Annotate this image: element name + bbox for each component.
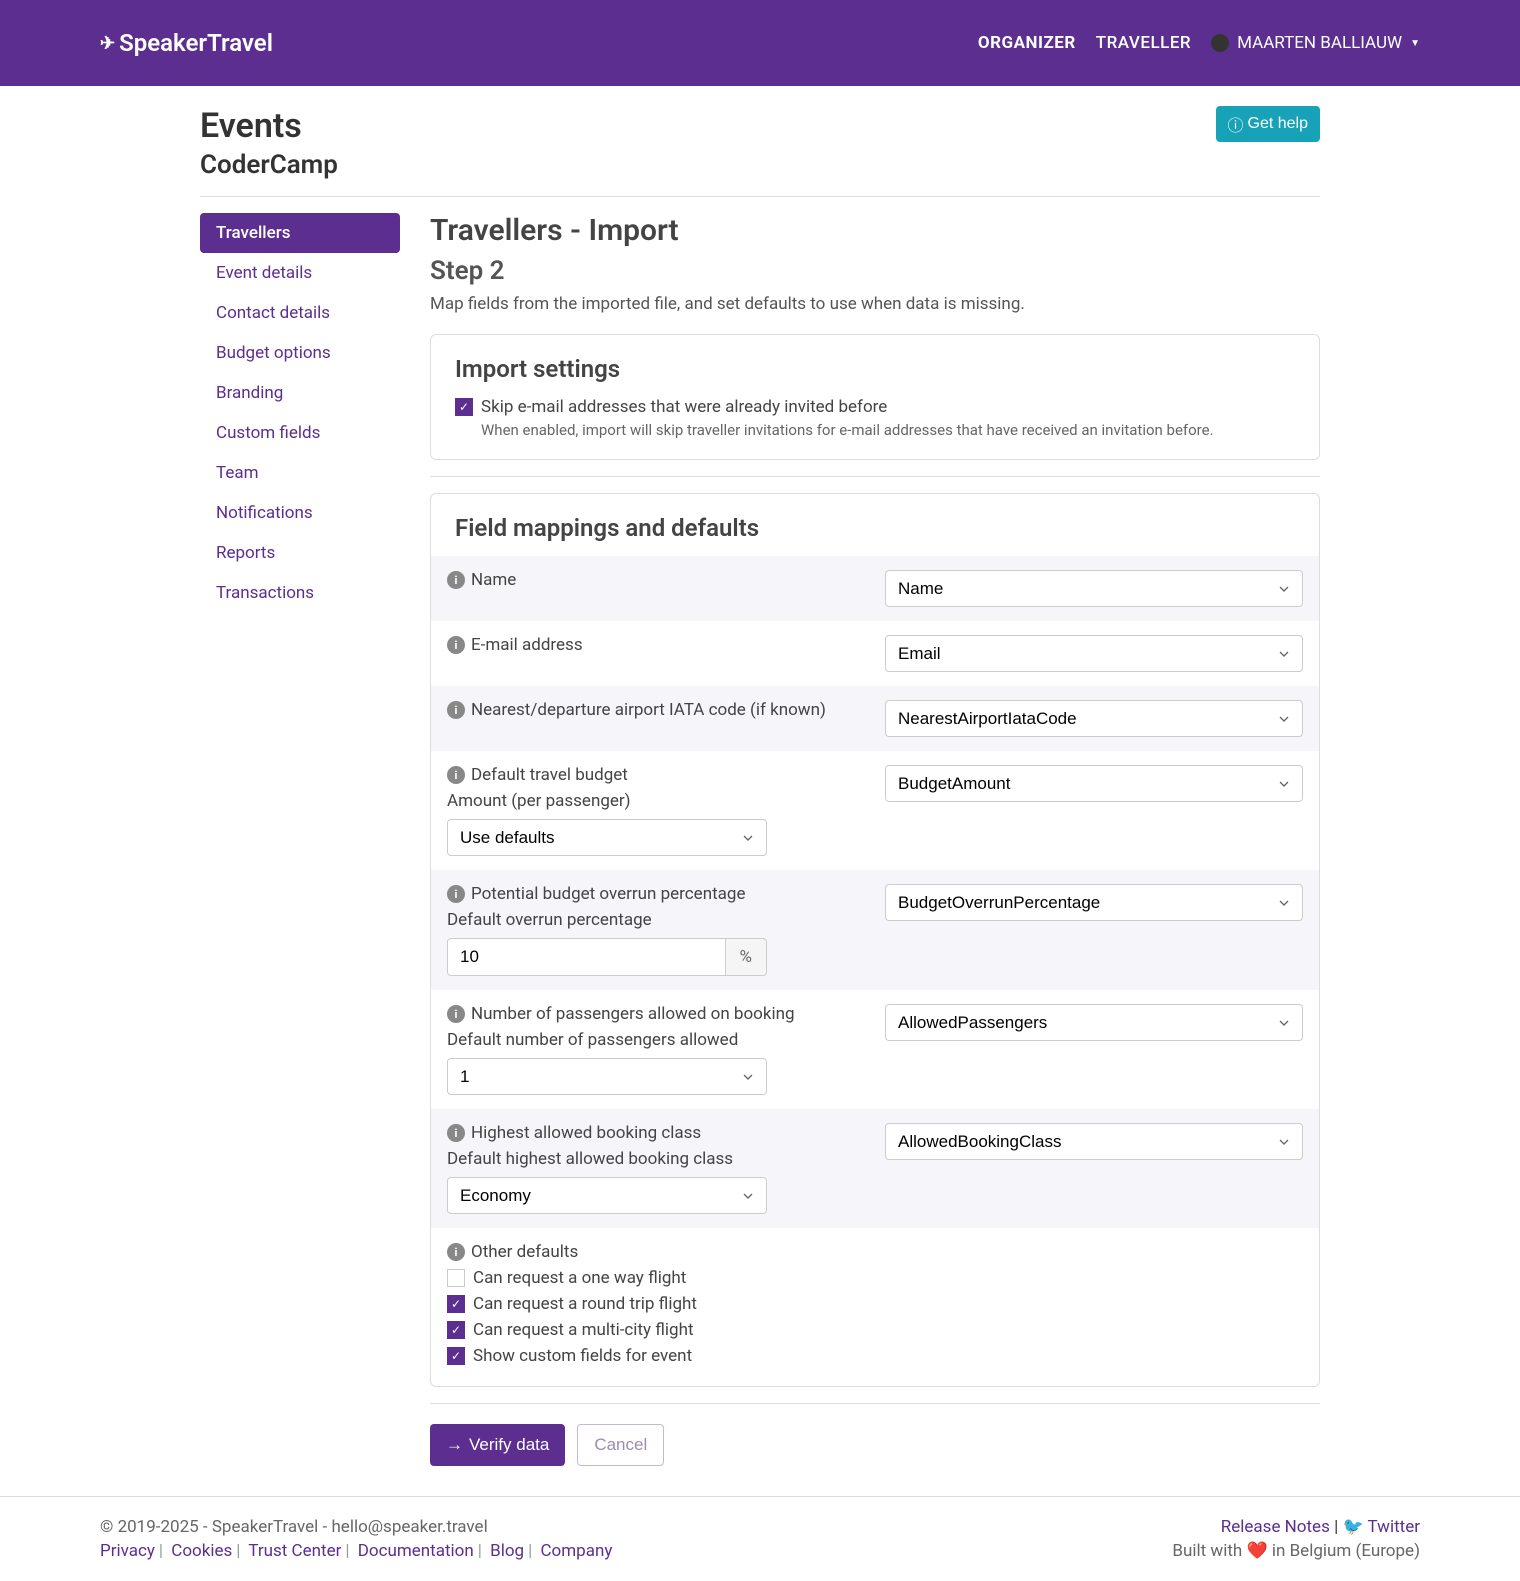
content-title: Travellers - Import (430, 213, 1320, 248)
arrow-right-icon: → (446, 1435, 463, 1455)
sidebar-item-branding[interactable]: Branding (200, 373, 400, 413)
divider (430, 1403, 1320, 1404)
sidebar-item-custom-fields[interactable]: Custom fields (200, 413, 400, 453)
content-step: Step 2 (430, 256, 1320, 286)
import-settings-card: Import settings ✓ Skip e-mail addresses … (430, 334, 1320, 460)
nav-traveller[interactable]: TRAVELLER (1096, 33, 1191, 53)
class-default-select[interactable]: Economy (447, 1177, 767, 1214)
footer: © 2019-2025 - SpeakerTravel - hello@spea… (0, 1496, 1520, 1581)
field-row-airport: iNearest/departure airport IATA code (if… (431, 686, 1319, 751)
info-icon: i (447, 571, 465, 589)
percent-addon: % (726, 938, 767, 976)
field-row-passengers: iNumber of passengers allowed on booking… (431, 990, 1319, 1109)
field-row-name: iName Name (431, 556, 1319, 621)
footer-trust[interactable]: Trust Center (248, 1541, 341, 1561)
brand-name: SpeakerTravel (119, 29, 273, 57)
info-icon: i (447, 766, 465, 784)
sidebar-item-contact-details[interactable]: Contact details (200, 293, 400, 333)
custom-checkbox[interactable]: ✓ (447, 1347, 465, 1365)
get-help-button[interactable]: ⓘ Get help (1216, 106, 1321, 142)
page-subtitle: CoderCamp (200, 150, 338, 180)
sidebar-item-team[interactable]: Team (200, 453, 400, 493)
footer-cookies[interactable]: Cookies (171, 1541, 232, 1561)
twitter-icon: 🐦 (1342, 1517, 1363, 1537)
passengers-mapping-select[interactable]: AllowedPassengers (885, 1004, 1303, 1041)
sidebar-item-event-details[interactable]: Event details (200, 253, 400, 293)
info-icon: i (447, 885, 465, 903)
field-row-class: iHighest allowed booking class Default h… (431, 1109, 1319, 1228)
footer-built-with: Built with ❤️ in Belgium (Europe) (1172, 1541, 1420, 1561)
field-row-overrun: iPotential budget overrun percentage Def… (431, 870, 1319, 990)
field-row-email: iE-mail address Email (431, 621, 1319, 686)
footer-docs[interactable]: Documentation (358, 1541, 474, 1561)
multi-checkbox[interactable]: ✓ (447, 1321, 465, 1339)
top-header: ✈ SpeakerTravel ORGANIZER TRAVELLER MAAR… (0, 0, 1520, 86)
plane-icon: ✈ (100, 33, 115, 54)
user-name: MAARTEN BALLIAUW (1237, 33, 1402, 53)
brand-logo[interactable]: ✈ SpeakerTravel (100, 29, 273, 57)
round-checkbox[interactable]: ✓ (447, 1295, 465, 1313)
budget-default-select[interactable]: Use defaults (447, 819, 767, 856)
sidebar-item-travellers[interactable]: Travellers (200, 213, 400, 253)
budget-mapping-select[interactable]: BudgetAmount (885, 765, 1303, 802)
content-desc: Map fields from the imported file, and s… (430, 294, 1320, 314)
skip-emails-label: Skip e-mail addresses that were already … (481, 397, 887, 417)
sidebar-item-budget-options[interactable]: Budget options (200, 333, 400, 373)
page-title: Events (200, 106, 338, 146)
divider (430, 476, 1320, 477)
verify-data-button[interactable]: → Verify data (430, 1424, 565, 1466)
copyright: © 2019-2025 - SpeakerTravel - hello@spea… (100, 1517, 612, 1537)
user-menu[interactable]: MAARTEN BALLIAUW ▼ (1211, 33, 1420, 53)
passengers-default-select[interactable]: 1 (447, 1058, 767, 1095)
nav-organizer[interactable]: ORGANIZER (978, 33, 1076, 53)
class-mapping-select[interactable]: AllowedBookingClass (885, 1123, 1303, 1160)
field-row-other: iOther defaults Can request a one way fl… (431, 1228, 1319, 1386)
sidebar: Travellers Event details Contact details… (200, 213, 400, 1496)
info-icon: i (447, 1243, 465, 1261)
overrun-default-input[interactable] (447, 938, 726, 976)
divider (200, 196, 1320, 197)
info-icon: i (447, 701, 465, 719)
footer-twitter[interactable]: Twitter (1368, 1517, 1420, 1537)
info-icon: i (447, 636, 465, 654)
footer-company[interactable]: Company (540, 1541, 612, 1561)
overrun-mapping-select[interactable]: BudgetOverrunPercentage (885, 884, 1303, 921)
cancel-button[interactable]: Cancel (577, 1424, 664, 1466)
avatar (1211, 34, 1229, 52)
name-mapping-select[interactable]: Name (885, 570, 1303, 607)
skip-emails-help: When enabled, import will skip traveller… (481, 421, 1295, 439)
skip-emails-checkbox[interactable]: ✓ (455, 398, 473, 416)
import-settings-title: Import settings (455, 355, 1295, 383)
field-mappings-title: Field mappings and defaults (431, 514, 1319, 542)
footer-privacy[interactable]: Privacy (100, 1541, 155, 1561)
chevron-down-icon: ▼ (1410, 38, 1420, 49)
sidebar-item-transactions[interactable]: Transactions (200, 573, 400, 613)
sidebar-item-notifications[interactable]: Notifications (200, 493, 400, 533)
airport-mapping-select[interactable]: NearestAirportIataCode (885, 700, 1303, 737)
info-icon: i (447, 1005, 465, 1023)
oneway-checkbox[interactable] (447, 1269, 465, 1287)
footer-release-notes[interactable]: Release Notes (1221, 1517, 1330, 1537)
email-mapping-select[interactable]: Email (885, 635, 1303, 672)
field-row-budget: iDefault travel budget Amount (per passe… (431, 751, 1319, 870)
footer-blog[interactable]: Blog (490, 1541, 524, 1561)
help-icon: ⓘ (1228, 112, 1244, 136)
sidebar-item-reports[interactable]: Reports (200, 533, 400, 573)
info-icon: i (447, 1124, 465, 1142)
field-mappings-card: Field mappings and defaults iName Name i… (430, 493, 1320, 1387)
